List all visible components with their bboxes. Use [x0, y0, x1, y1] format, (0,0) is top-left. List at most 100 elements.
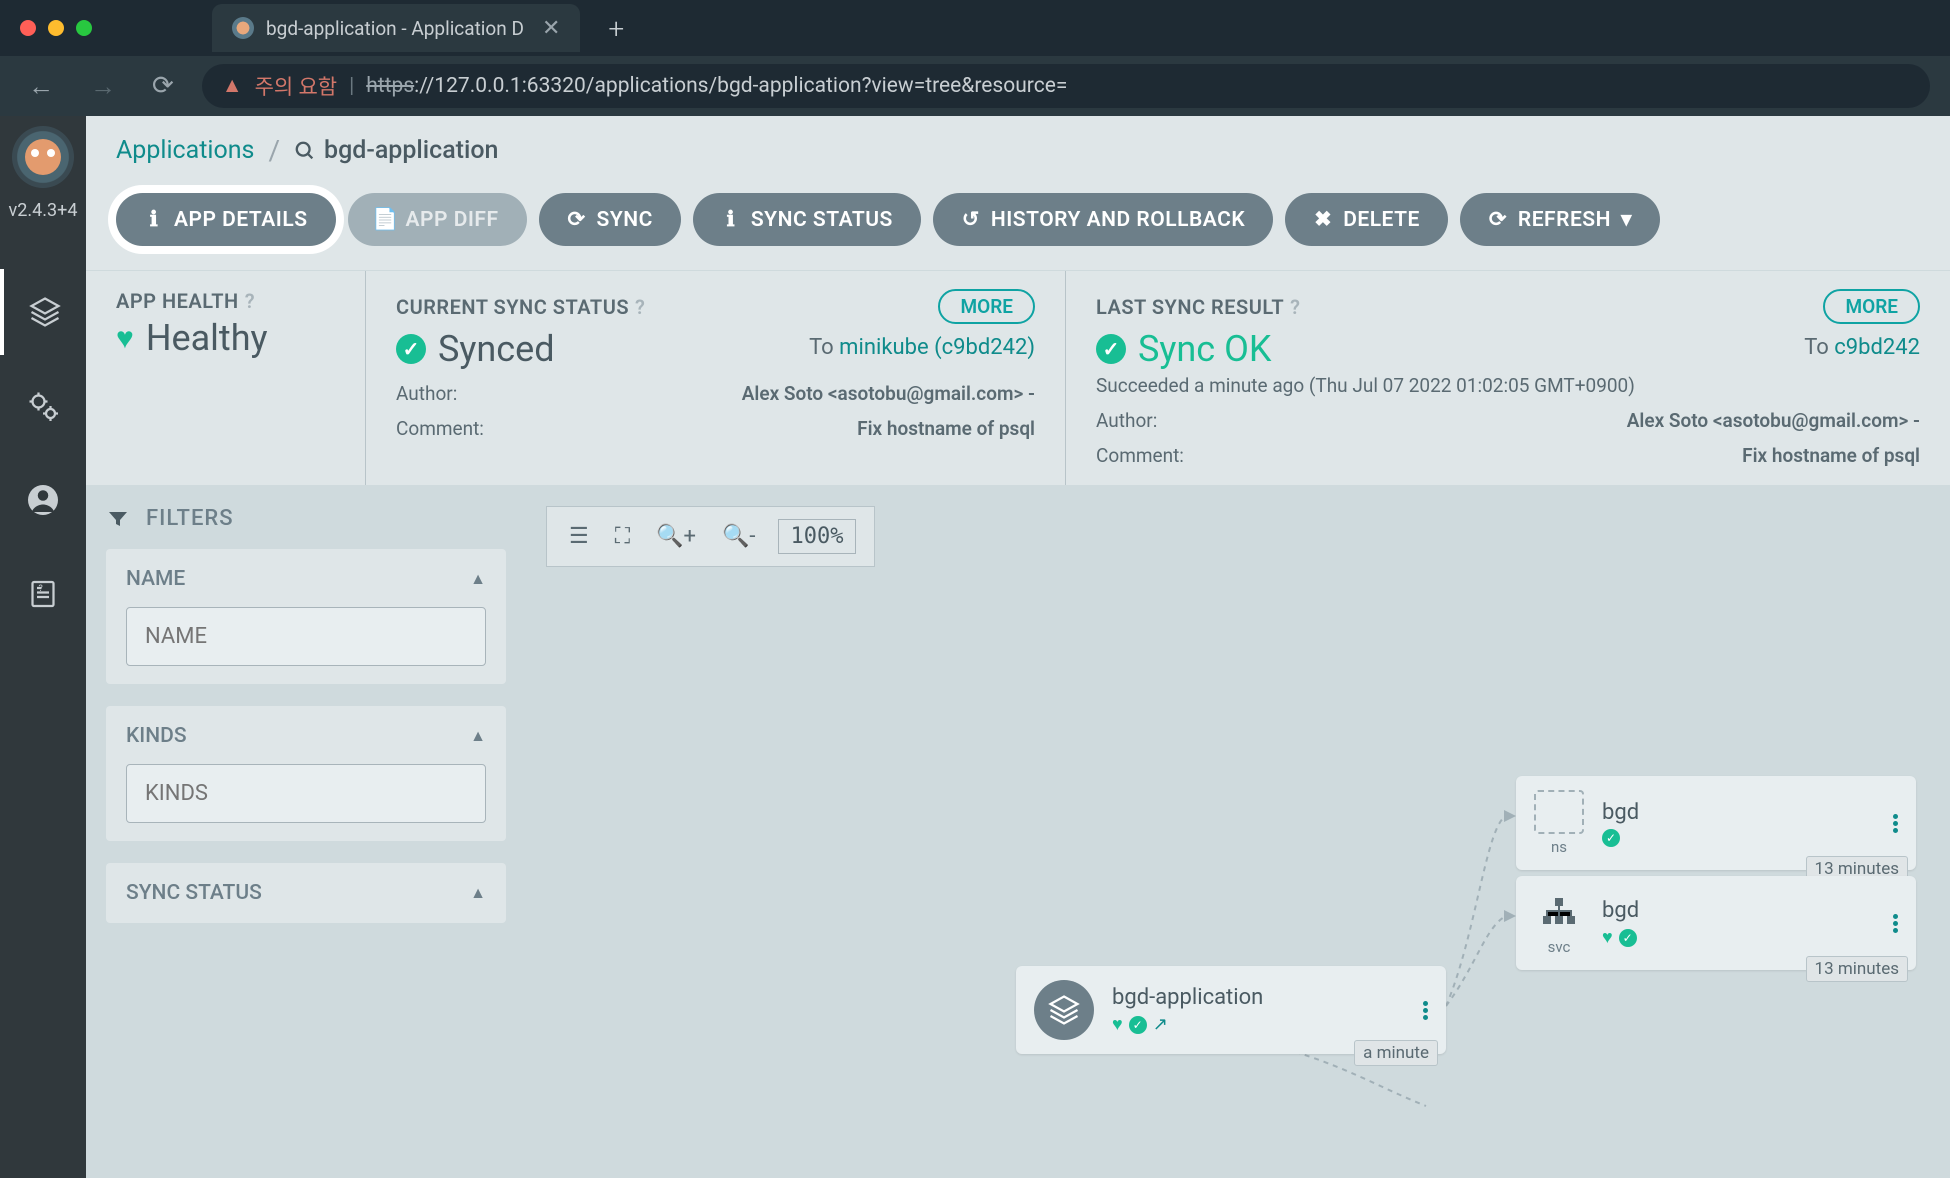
breadcrumb-applications-link[interactable]: Applications: [116, 136, 254, 165]
tab-title: bgd-application - Application D: [266, 17, 524, 40]
heart-icon: ♥: [1112, 1014, 1123, 1035]
browser-chrome: bgd-application - Application D ✕ + ← → …: [0, 0, 1950, 116]
layers-icon: [27, 294, 63, 330]
filters-header: FILTERS: [106, 506, 506, 531]
main-content: Applications / bgd-application ℹ APP DET…: [86, 116, 1950, 1178]
browser-tab[interactable]: bgd-application - Application D ✕: [212, 4, 580, 52]
node-age-badge: 13 minutes: [1806, 956, 1908, 982]
tab-bar: bgd-application - Application D ✕ +: [0, 0, 1950, 56]
heart-icon: ♥: [116, 321, 134, 356]
tree-view-icon[interactable]: ☰: [565, 520, 593, 553]
sync-button[interactable]: ⟳ SYNC: [539, 193, 681, 246]
info-icon: ℹ: [144, 210, 164, 230]
delete-button[interactable]: ✖ DELETE: [1285, 193, 1448, 246]
reload-button[interactable]: ⟳: [144, 67, 182, 105]
filter-kinds-label: KINDS: [126, 724, 187, 748]
window-minimize-icon[interactable]: [48, 20, 64, 36]
sync-status-value: ✓ Synced: [396, 328, 555, 370]
app-node-name: bgd-application: [1112, 985, 1405, 1010]
fit-view-icon[interactable]: ⛶: [611, 520, 634, 553]
service-icon: [1534, 890, 1584, 934]
address-bar: ← → ⟳ ▲ 주의 요함 | https://127.0.0.1:63320/…: [0, 56, 1950, 116]
sidebar-item-applications[interactable]: [0, 269, 86, 355]
traffic-lights: [20, 20, 92, 36]
sync-more-button[interactable]: MORE: [938, 289, 1035, 324]
window-close-icon[interactable]: [20, 20, 36, 36]
result-author-row: Author: Alex Soto <asotobu@gmail.com> -: [1096, 409, 1920, 432]
tab-close-icon[interactable]: ✕: [542, 16, 560, 41]
argocd-favicon-icon: [232, 17, 254, 39]
check-circle-icon: ✓: [1619, 929, 1637, 947]
collapse-icon[interactable]: ▲: [470, 726, 486, 746]
service-node[interactable]: svc bgd ♥ ✓ 13 minutes: [1516, 876, 1916, 970]
delete-label: DELETE: [1343, 208, 1420, 232]
back-button[interactable]: ←: [20, 67, 62, 106]
filter-icon: [106, 507, 130, 531]
zoom-in-icon[interactable]: 🔍+: [652, 520, 700, 553]
sync-comment-row: Comment: Fix hostname of psql: [396, 417, 1035, 440]
node-kind-ns: ns: [1551, 838, 1567, 856]
collapse-icon[interactable]: ▲: [470, 883, 486, 903]
check-circle-icon: ✓: [1602, 829, 1620, 847]
window-maximize-icon[interactable]: [76, 20, 92, 36]
forward-button[interactable]: →: [82, 67, 124, 106]
external-link-icon[interactable]: ↗: [1153, 1014, 1168, 1035]
current-sync-block: CURRENT SYNC STATUS ? MORE ✓ Synced To m…: [366, 271, 1066, 485]
node-kind-svc: svc: [1548, 938, 1571, 956]
search-icon: [294, 140, 316, 162]
svc-node-name: bgd: [1602, 898, 1875, 923]
history-rollback-button[interactable]: ↺ HISTORY AND ROLLBACK: [933, 193, 1273, 246]
sidebar-item-settings[interactable]: [0, 363, 86, 449]
argocd-logo-icon[interactable]: [12, 126, 74, 188]
sync-target-link[interactable]: minikube (c9bd242): [839, 335, 1035, 360]
sidebar: v2.4.3+4 ?: [0, 116, 86, 1178]
zoom-out-icon[interactable]: 🔍-: [718, 520, 759, 553]
node-menu-button[interactable]: [1893, 914, 1898, 933]
sync-status-label-text: CURRENT SYNC STATUS ?: [396, 295, 645, 319]
app-health-value: ♥ Healthy: [116, 317, 335, 359]
filter-sync-status-label: SYNC STATUS: [126, 881, 262, 905]
app-root: v2.4.3+4 ? Applications / bgd-applicatio…: [0, 116, 1950, 1178]
node-menu-button[interactable]: [1423, 1001, 1428, 1020]
help-icon[interactable]: ?: [245, 289, 255, 313]
app-node[interactable]: bgd-application ♥ ✓ ↗ a minute: [1016, 966, 1446, 1054]
svg-text:?: ?: [39, 584, 43, 594]
filter-kinds-card: KINDS ▲: [106, 706, 506, 841]
zoom-level[interactable]: 100%: [778, 519, 857, 554]
sync-status-button[interactable]: ℹ SYNC STATUS: [693, 193, 921, 246]
heart-icon: ♥: [1602, 927, 1613, 948]
status-row: APP HEALTH ? ♥ Healthy CURRENT SYNC STAT…: [86, 270, 1950, 486]
url-separator: |: [349, 74, 354, 98]
resource-tree[interactable]: ☰ ⛶ 🔍+ 🔍- 100%: [526, 486, 1950, 1178]
result-more-button[interactable]: MORE: [1823, 289, 1920, 324]
filter-name-input[interactable]: [126, 607, 486, 666]
app-diff-button[interactable]: 📄 APP DIFF: [348, 193, 527, 246]
refresh-button[interactable]: ⟳ REFRESH ▾: [1460, 193, 1660, 246]
url-input[interactable]: ▲ 주의 요함 | https://127.0.0.1:63320/applic…: [202, 64, 1930, 108]
namespace-node[interactable]: ns bgd ✓ 13 minutes: [1516, 776, 1916, 870]
filter-kinds-input[interactable]: [126, 764, 486, 823]
sync-icon: ⟳: [567, 210, 587, 230]
app-health-label: APP HEALTH ?: [116, 289, 335, 313]
settings-gears-icon: [25, 388, 61, 424]
result-target-link[interactable]: c9bd242: [1834, 335, 1920, 360]
refresh-icon: ⟳: [1488, 210, 1508, 230]
new-tab-button[interactable]: +: [608, 12, 624, 45]
history-label: HISTORY AND ROLLBACK: [991, 208, 1245, 232]
app-health-block: APP HEALTH ? ♥ Healthy: [86, 271, 366, 485]
url-path: ://127.0.0.1:63320/applications/bgd-appl…: [414, 74, 1067, 98]
file-diff-icon: 📄: [376, 210, 396, 230]
sidebar-item-docs[interactable]: ?: [0, 551, 86, 637]
sync-status-label: SYNC STATUS: [751, 208, 893, 232]
dropdown-caret-icon: ▾: [1621, 207, 1632, 232]
help-icon[interactable]: ?: [635, 295, 645, 319]
help-icon[interactable]: ?: [1290, 295, 1300, 319]
breadcrumb: Applications / bgd-application: [86, 116, 1950, 175]
check-circle-icon: ✓: [1096, 334, 1126, 364]
sidebar-item-user[interactable]: [0, 457, 86, 543]
breadcrumb-current: bgd-application: [294, 136, 498, 165]
node-menu-button[interactable]: [1893, 814, 1898, 833]
app-details-button[interactable]: ℹ APP DETAILS: [116, 193, 336, 246]
collapse-icon[interactable]: ▲: [470, 569, 486, 589]
result-succeeded-text: Succeeded a minute ago (Thu Jul 07 2022 …: [1096, 374, 1920, 397]
